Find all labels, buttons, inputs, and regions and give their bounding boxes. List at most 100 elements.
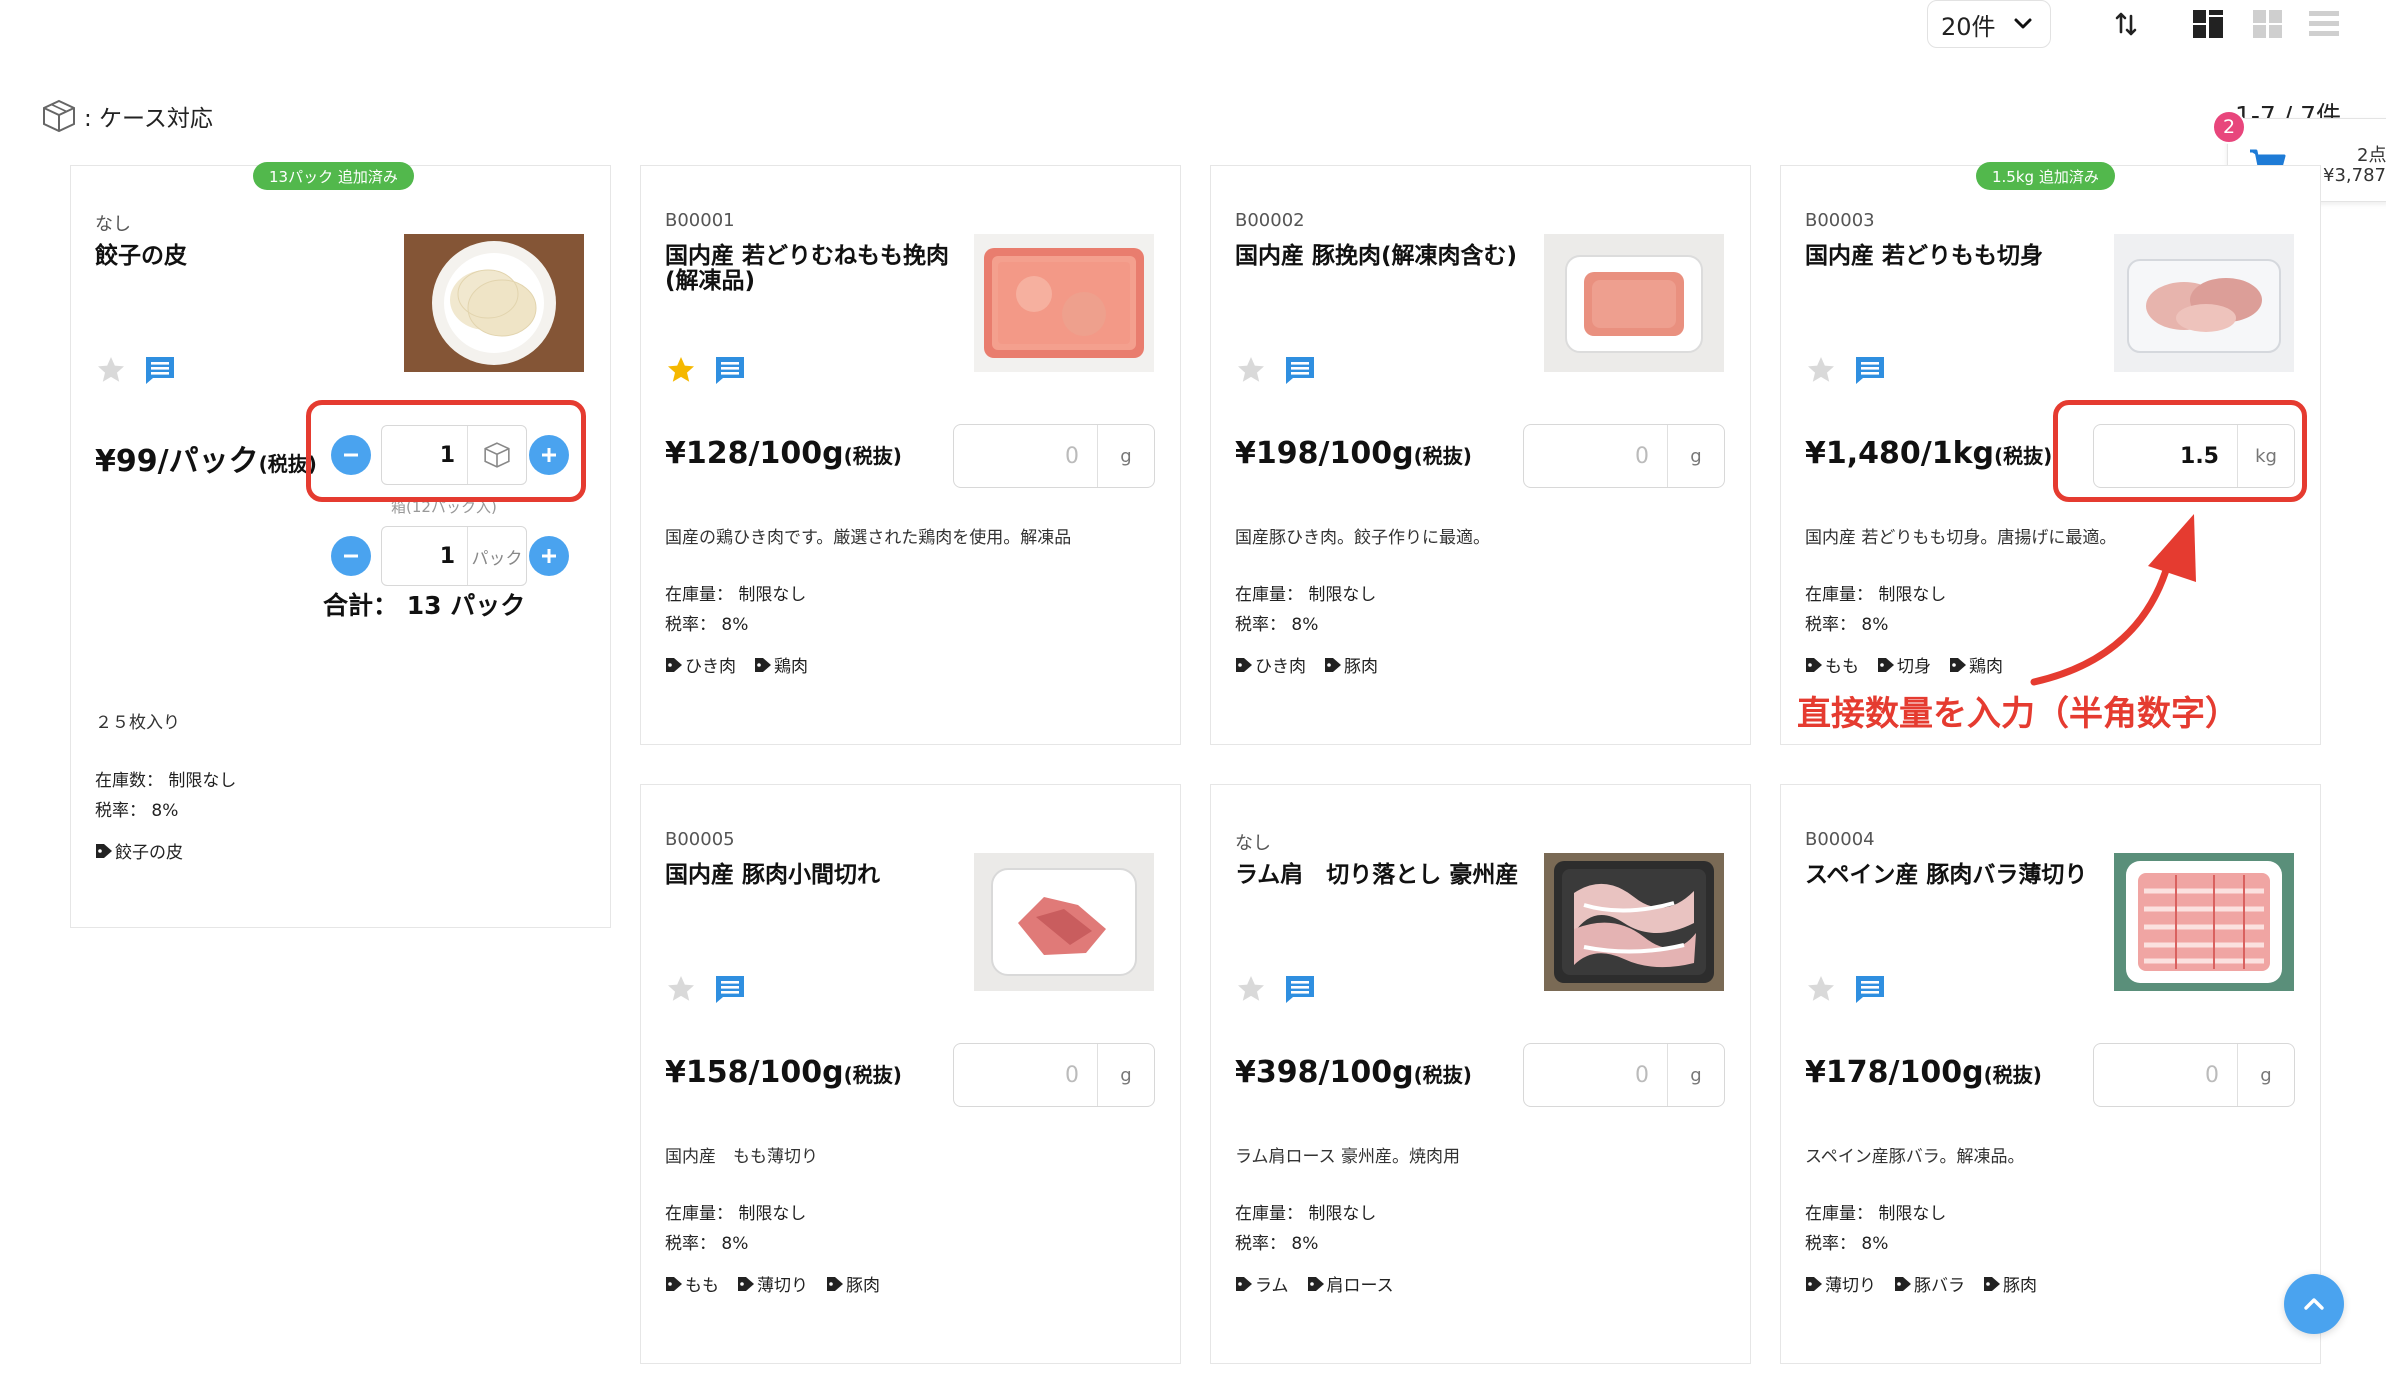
favorite-star-icon[interactable] bbox=[1805, 973, 1837, 1005]
product-name[interactable]: 国内産 豚挽肉(解凍肉含む) bbox=[1235, 244, 1525, 269]
pack-quantity-value[interactable]: 1 bbox=[382, 527, 468, 585]
tag[interactable]: 豚肉 bbox=[1324, 652, 1378, 677]
product-description: 国産の鶏ひき肉です。厳選された鶏肉を使用。解凍品 bbox=[665, 528, 1072, 548]
comment-icon[interactable] bbox=[1853, 354, 1887, 386]
favorite-star-icon[interactable] bbox=[1805, 354, 1837, 386]
product-image[interactable] bbox=[974, 853, 1154, 991]
product-image[interactable] bbox=[2114, 853, 2294, 991]
tag-icon bbox=[1236, 657, 1252, 672]
tag-label: 薄切り bbox=[1825, 1276, 1876, 1296]
tag[interactable]: 豚肉 bbox=[1983, 1271, 2037, 1296]
minus-icon bbox=[344, 554, 358, 558]
tag-list: ひき肉 鶏肉 bbox=[665, 652, 808, 677]
product-image[interactable] bbox=[1544, 853, 1724, 991]
tag[interactable]: 鶏肉 bbox=[754, 652, 808, 677]
stock-info: 在庫量： 制限なし bbox=[665, 1204, 807, 1224]
tag-icon bbox=[1895, 1276, 1911, 1291]
comment-icon[interactable] bbox=[713, 973, 747, 1005]
tax-note: (税抜) bbox=[843, 1063, 902, 1087]
favorite-star-icon[interactable] bbox=[665, 973, 697, 1005]
product-price: ¥178/100g(税抜) bbox=[1805, 1055, 2042, 1090]
quantity-value[interactable]: 0 bbox=[2094, 1044, 2238, 1106]
tag-label: ラム bbox=[1255, 1276, 1289, 1296]
price-value: ¥178/100g bbox=[1805, 1055, 1984, 1090]
sort-arrows-icon[interactable] bbox=[2108, 6, 2144, 42]
added-badge: 1.5kg 追加済み bbox=[1976, 162, 2115, 190]
tax-rate: 税率： 8% bbox=[1805, 1234, 1889, 1254]
tax-note: (税抜) bbox=[1413, 444, 1472, 468]
product-image[interactable] bbox=[1544, 234, 1724, 372]
product-name[interactable]: 国内産 若どりもも切身 bbox=[1805, 244, 2095, 269]
tag[interactable]: ラム bbox=[1235, 1271, 1289, 1296]
product-image[interactable] bbox=[974, 234, 1154, 372]
pack-quantity-field[interactable]: 1 パック bbox=[381, 526, 527, 586]
quantity-input[interactable]: 0 g bbox=[953, 424, 1155, 488]
product-name[interactable]: スペイン産 豚肉バラ薄切り bbox=[1805, 863, 2095, 888]
case-legend-label: : ケース対応 bbox=[84, 106, 213, 132]
scroll-to-top-button[interactable] bbox=[2284, 1274, 2344, 1334]
product-name[interactable]: 国内産 豚肉小間切れ bbox=[665, 863, 955, 888]
price-value: ¥1,480/1kg bbox=[1805, 436, 1995, 471]
grid-view-icon[interactable] bbox=[2250, 6, 2286, 42]
tag-icon bbox=[666, 657, 682, 672]
pack-minus-button[interactable] bbox=[331, 536, 371, 576]
tag-label: 鶏肉 bbox=[774, 657, 808, 677]
favorite-star-icon[interactable] bbox=[95, 354, 127, 386]
quantity-value[interactable]: 0 bbox=[954, 1044, 1098, 1106]
tag[interactable]: 切身 bbox=[1877, 652, 1931, 677]
tag[interactable]: もも bbox=[1805, 652, 1859, 677]
product-name[interactable]: ラム肩 切り落とし 豪州産 bbox=[1235, 863, 1525, 888]
tag-icon bbox=[96, 843, 112, 858]
stock-info: 在庫量： 制限なし bbox=[1235, 1204, 1377, 1224]
tag-label: ひき肉 bbox=[1255, 657, 1306, 677]
product-name[interactable]: 餃子の皮 bbox=[95, 244, 385, 269]
pack-plus-button[interactable] bbox=[529, 536, 569, 576]
tag[interactable]: 豚バラ bbox=[1894, 1271, 1965, 1296]
tag[interactable]: ひき肉 bbox=[1235, 652, 1306, 677]
product-price: ¥198/100g(税抜) bbox=[1235, 436, 1472, 471]
tag[interactable]: もも bbox=[665, 1271, 719, 1296]
comment-icon[interactable] bbox=[713, 354, 747, 386]
per-page-select[interactable]: 20件 bbox=[1927, 0, 2051, 48]
tag[interactable]: 肩ロース bbox=[1307, 1271, 1394, 1296]
comment-icon[interactable] bbox=[143, 354, 177, 386]
list-view-icon[interactable] bbox=[2306, 6, 2342, 42]
tag-label: 豚肉 bbox=[2003, 1276, 2037, 1296]
tax-rate: 税率： 8% bbox=[1235, 615, 1319, 635]
tag[interactable]: 薄切り bbox=[1805, 1271, 1876, 1296]
tax-note: (税抜) bbox=[843, 444, 902, 468]
comment-icon[interactable] bbox=[1853, 973, 1887, 1005]
tag-list: ひき肉 豚肉 bbox=[1235, 652, 1378, 677]
quantity-value[interactable]: 0 bbox=[1524, 1044, 1668, 1106]
product-card: B00002 国内産 豚挽肉(解凍肉含む) ¥198/100g(税抜) 0 g … bbox=[1210, 165, 1751, 745]
quantity-unit: g bbox=[1120, 1064, 1132, 1086]
tag[interactable]: 鶏肉 bbox=[1949, 652, 2003, 677]
tag-icon bbox=[1236, 1276, 1252, 1291]
quantity-value[interactable]: 0 bbox=[954, 425, 1098, 487]
tag-list: もも 切身 鶏肉 bbox=[1805, 652, 2003, 677]
quantity-input[interactable]: 0 g bbox=[1523, 1043, 1725, 1107]
tag[interactable]: ひき肉 bbox=[665, 652, 736, 677]
quantity-input[interactable]: 0 g bbox=[953, 1043, 1155, 1107]
split-view-icon[interactable] bbox=[2190, 6, 2226, 42]
product-price: ¥99/パック(税抜) bbox=[95, 436, 317, 480]
quantity-input[interactable]: 0 g bbox=[1523, 424, 1725, 488]
tag[interactable]: 豚肉 bbox=[826, 1271, 880, 1296]
product-image[interactable] bbox=[2114, 234, 2294, 372]
tag[interactable]: 薄切り bbox=[737, 1271, 808, 1296]
price-value: ¥398/100g bbox=[1235, 1055, 1414, 1090]
favorite-star-icon[interactable] bbox=[1235, 354, 1267, 386]
tag[interactable]: 餃子の皮 bbox=[95, 838, 183, 863]
tag-label: もも bbox=[1825, 657, 1859, 677]
comment-icon[interactable] bbox=[1283, 973, 1317, 1005]
favorite-star-icon[interactable] bbox=[665, 354, 697, 386]
quantity-value[interactable]: 0 bbox=[1524, 425, 1668, 487]
favorite-star-icon[interactable] bbox=[1235, 973, 1267, 1005]
product-name[interactable]: 国内産 若どりむねもも挽肉(解凍品) bbox=[665, 244, 955, 294]
tax-rate: 税率： 8% bbox=[1235, 1234, 1319, 1254]
comment-icon[interactable] bbox=[1283, 354, 1317, 386]
quantity-input[interactable]: 0 g bbox=[2093, 1043, 2295, 1107]
stock-info: 在庫量： 制限なし bbox=[665, 585, 807, 605]
tag-icon bbox=[1806, 657, 1822, 672]
product-image[interactable] bbox=[404, 234, 584, 372]
